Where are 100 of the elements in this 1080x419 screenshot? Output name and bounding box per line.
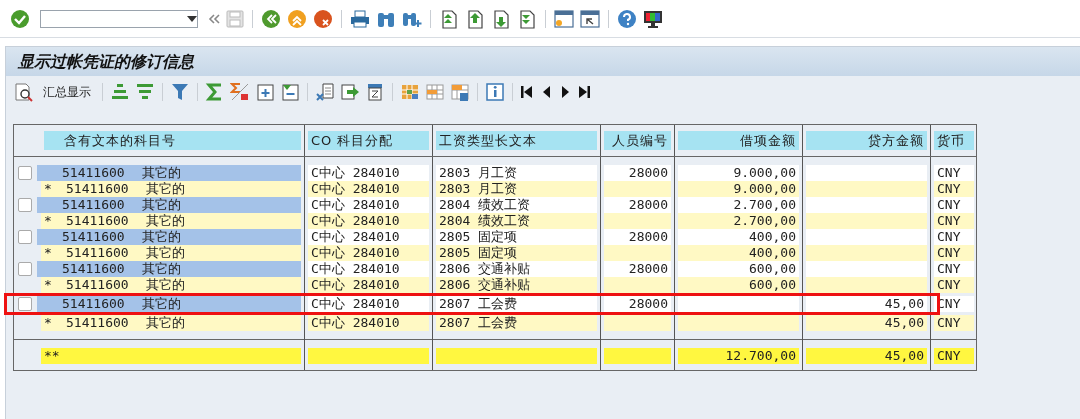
co-assignment-cell: C中心 284010	[308, 229, 429, 245]
sort-ascending-icon[interactable]	[110, 82, 130, 102]
wage-type-cell: 2805 固定项	[436, 245, 597, 261]
total-cell: **	[41, 348, 301, 364]
wage-type-cell: 2804 绩效工资	[436, 197, 597, 213]
wage-type-cell: 2803 月工资	[436, 165, 597, 181]
back-icon[interactable]	[261, 8, 281, 29]
co-assignment-header[interactable]: CO 科目分配	[308, 131, 429, 150]
currency-cell: CNY	[934, 213, 974, 229]
co-assignment-cell: C中心 284010	[308, 197, 429, 213]
last-icon[interactable]	[577, 84, 591, 100]
wage-type-cell: 2806 交通补贴	[436, 277, 597, 293]
currency-cell: CNY	[934, 277, 974, 293]
shortcut-icon[interactable]	[580, 8, 600, 29]
co-assignment-cell: C中心 284010	[308, 181, 429, 197]
screen-title: 显示过帐凭证的修订信息	[6, 47, 1080, 76]
personnel-number-cell: 28000	[604, 229, 671, 245]
personnel-number-cell: 28000	[604, 197, 671, 213]
save-layout-icon[interactable]	[450, 82, 470, 102]
currency-cell: CNY	[934, 245, 974, 261]
wage-type-header[interactable]: 工资类型长文本	[436, 131, 597, 150]
help-icon[interactable]	[617, 8, 637, 29]
account-cell: 51411600 其它的	[37, 165, 301, 181]
row-checkbox[interactable]	[18, 297, 32, 311]
empty-cell	[604, 315, 671, 331]
debit-header[interactable]: 借项金额	[678, 131, 799, 150]
credit-amount-cell: 45,00	[806, 315, 927, 331]
previous-page-icon[interactable]	[465, 8, 485, 29]
filter-icon[interactable]	[170, 82, 190, 102]
send-icon[interactable]	[340, 82, 360, 102]
cancel-icon[interactable]	[313, 8, 333, 29]
row-checkbox[interactable]	[18, 198, 32, 212]
wage-type-cell: 2807 工会费	[436, 296, 597, 312]
debit-amount-cell: 400,00	[678, 229, 799, 245]
exit-icon[interactable]	[287, 8, 307, 29]
monitor-icon[interactable]	[643, 8, 663, 29]
debit-amount-cell: 2.700,00	[678, 213, 799, 229]
personnel-number-header[interactable]: 人员编号	[604, 131, 671, 150]
account-cell: * 51411600 其它的	[41, 181, 301, 197]
new-window-icon[interactable]	[554, 8, 574, 29]
row-checkbox[interactable]	[18, 230, 32, 244]
wage-type-cell: 2807 工会费	[436, 315, 597, 331]
account-cell: 51411600 其它的	[37, 296, 301, 312]
layout-grid-icon[interactable]	[400, 82, 420, 102]
row-checkbox[interactable]	[18, 262, 32, 276]
check-icon[interactable]	[10, 8, 30, 29]
double-chevron-icon[interactable]	[208, 12, 220, 25]
account-cell: * 51411600 其它的	[41, 315, 301, 331]
sort-descending-icon[interactable]	[135, 82, 155, 102]
wage-type-cell: 2804 绩效工资	[436, 213, 597, 229]
debit-amount-cell: 600,00	[678, 277, 799, 293]
credit-header[interactable]: 贷方金额	[806, 131, 927, 150]
print-icon[interactable]	[350, 9, 370, 28]
co-assignment-cell: C中心 284010	[308, 261, 429, 277]
currency-cell: CNY	[934, 165, 974, 181]
select-layout-icon[interactable]	[425, 82, 445, 102]
first-icon[interactable]	[520, 84, 534, 100]
currency-cell: CNY	[934, 315, 974, 331]
co-assignment-cell: C中心 284010	[308, 213, 429, 229]
row-checkbox[interactable]	[18, 166, 32, 180]
co-assignment-cell: C中心 284010	[308, 165, 429, 181]
account-header[interactable]: 含有文本的科目号	[44, 131, 301, 150]
info-icon[interactable]	[485, 82, 505, 102]
export-icon[interactable]	[315, 82, 335, 102]
first-page-icon[interactable]	[439, 8, 459, 29]
subtotal-icon[interactable]	[230, 82, 250, 102]
debit-amount-cell: 9.000,00	[678, 165, 799, 181]
debit-amount-cell: 9.000,00	[678, 181, 799, 197]
currency-cell: CNY	[934, 229, 974, 245]
co-assignment-cell: C中心 284010	[308, 315, 429, 331]
debit-amount-cell: 2.700,00	[678, 197, 799, 213]
debit-amount-cell: 400,00	[678, 245, 799, 261]
currency-cell: CNY	[934, 261, 974, 277]
co-assignment-cell: C中心 284010	[308, 277, 429, 293]
currency-header[interactable]: 货币	[934, 131, 974, 150]
last-page-icon[interactable]	[517, 8, 537, 29]
currency-cell: CNY	[934, 197, 974, 213]
personnel-number-cell: 28000	[604, 261, 671, 277]
currency-cell: CNY	[934, 181, 974, 197]
print-preview-icon[interactable]	[365, 82, 385, 102]
co-assignment-cell: C中心 284010	[308, 245, 429, 261]
account-cell: 51411600 其它的	[37, 197, 301, 213]
magnifier-page-icon[interactable]	[14, 82, 34, 102]
wage-type-cell: 2805 固定项	[436, 229, 597, 245]
personnel-number-cell: 28000	[604, 165, 671, 181]
command-field[interactable]	[40, 9, 198, 28]
credit-total-cell: 45,00	[806, 348, 927, 364]
expand-icon[interactable]	[255, 82, 275, 102]
wage-type-cell: 2803 月工资	[436, 181, 597, 197]
empty-cell	[604, 213, 671, 229]
summary-display-button[interactable]: 汇总显示	[39, 81, 95, 103]
co-assignment-cell: C中心 284010	[308, 296, 429, 312]
dropdown-caret-icon[interactable]	[187, 15, 197, 22]
debit-total-cell: 12.700,00	[678, 348, 799, 364]
empty-cell	[604, 181, 671, 197]
account-cell: * 51411600 其它的	[41, 245, 301, 261]
currency-cell: CNY	[934, 348, 974, 364]
personnel-number-cell: 28000	[604, 296, 671, 312]
next-page-icon[interactable]	[491, 8, 511, 29]
collapse-icon[interactable]	[280, 82, 300, 102]
